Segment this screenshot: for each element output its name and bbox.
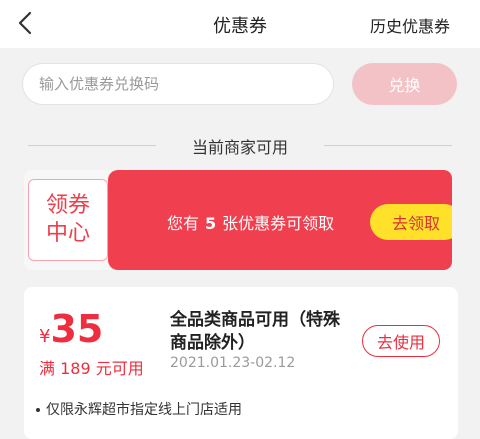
coupon-rule-text: 仅限永辉超市指定线上门店适用 [46, 402, 242, 418]
claim-coupons-button[interactable]: 去领取 [370, 204, 452, 240]
redeem-button[interactable]: 兑换 [352, 63, 457, 105]
badge-line-1: 领券 [45, 193, 90, 218]
coupon-description: 全品类商品可用（特殊商品除外） [170, 310, 340, 353]
available-count: 5 [205, 214, 217, 233]
history-coupons-link[interactable]: 历史优惠券 [370, 13, 450, 37]
section-header: 当前商家可用 [28, 134, 452, 158]
divider-line-right [324, 145, 452, 146]
redeem-code-input[interactable] [22, 63, 334, 105]
back-button[interactable] [14, 10, 40, 36]
banner-text-prefix: 您有 [167, 214, 200, 233]
coupon-card: ¥35 满 189 元可用 全品类商品可用（特殊商品除外） 2021.01.23… [24, 287, 458, 439]
section-title: 当前商家可用 [191, 138, 288, 157]
coupon-validity-dates: 2021.01.23-02.12 [170, 355, 296, 371]
coupon-center-banner[interactable]: 领券 中心 您有 5 张优惠券可领取 去领取 [24, 170, 452, 270]
currency-symbol: ¥ [39, 326, 51, 347]
banner-text-suffix: 张优惠券可领取 [222, 214, 335, 233]
coupon-usage-rule: 仅限永辉超市指定线上门店适用 [36, 399, 242, 419]
coupon-price: ¥35 [39, 307, 103, 351]
coupon-threshold: 满 189 元可用 [39, 359, 144, 378]
available-coupons-text: 您有 5 张优惠券可领取 [167, 210, 334, 234]
coupon-center-badge: 领券 中心 [28, 179, 108, 261]
chevron-left-icon [18, 11, 32, 35]
bullet-dot-icon [36, 408, 40, 412]
use-coupon-button[interactable]: 去使用 [362, 325, 440, 357]
top-navbar: 优惠券 历史优惠券 [0, 0, 480, 48]
coupon-amount: 35 [50, 307, 104, 351]
badge-line-2: 中心 [45, 221, 90, 246]
